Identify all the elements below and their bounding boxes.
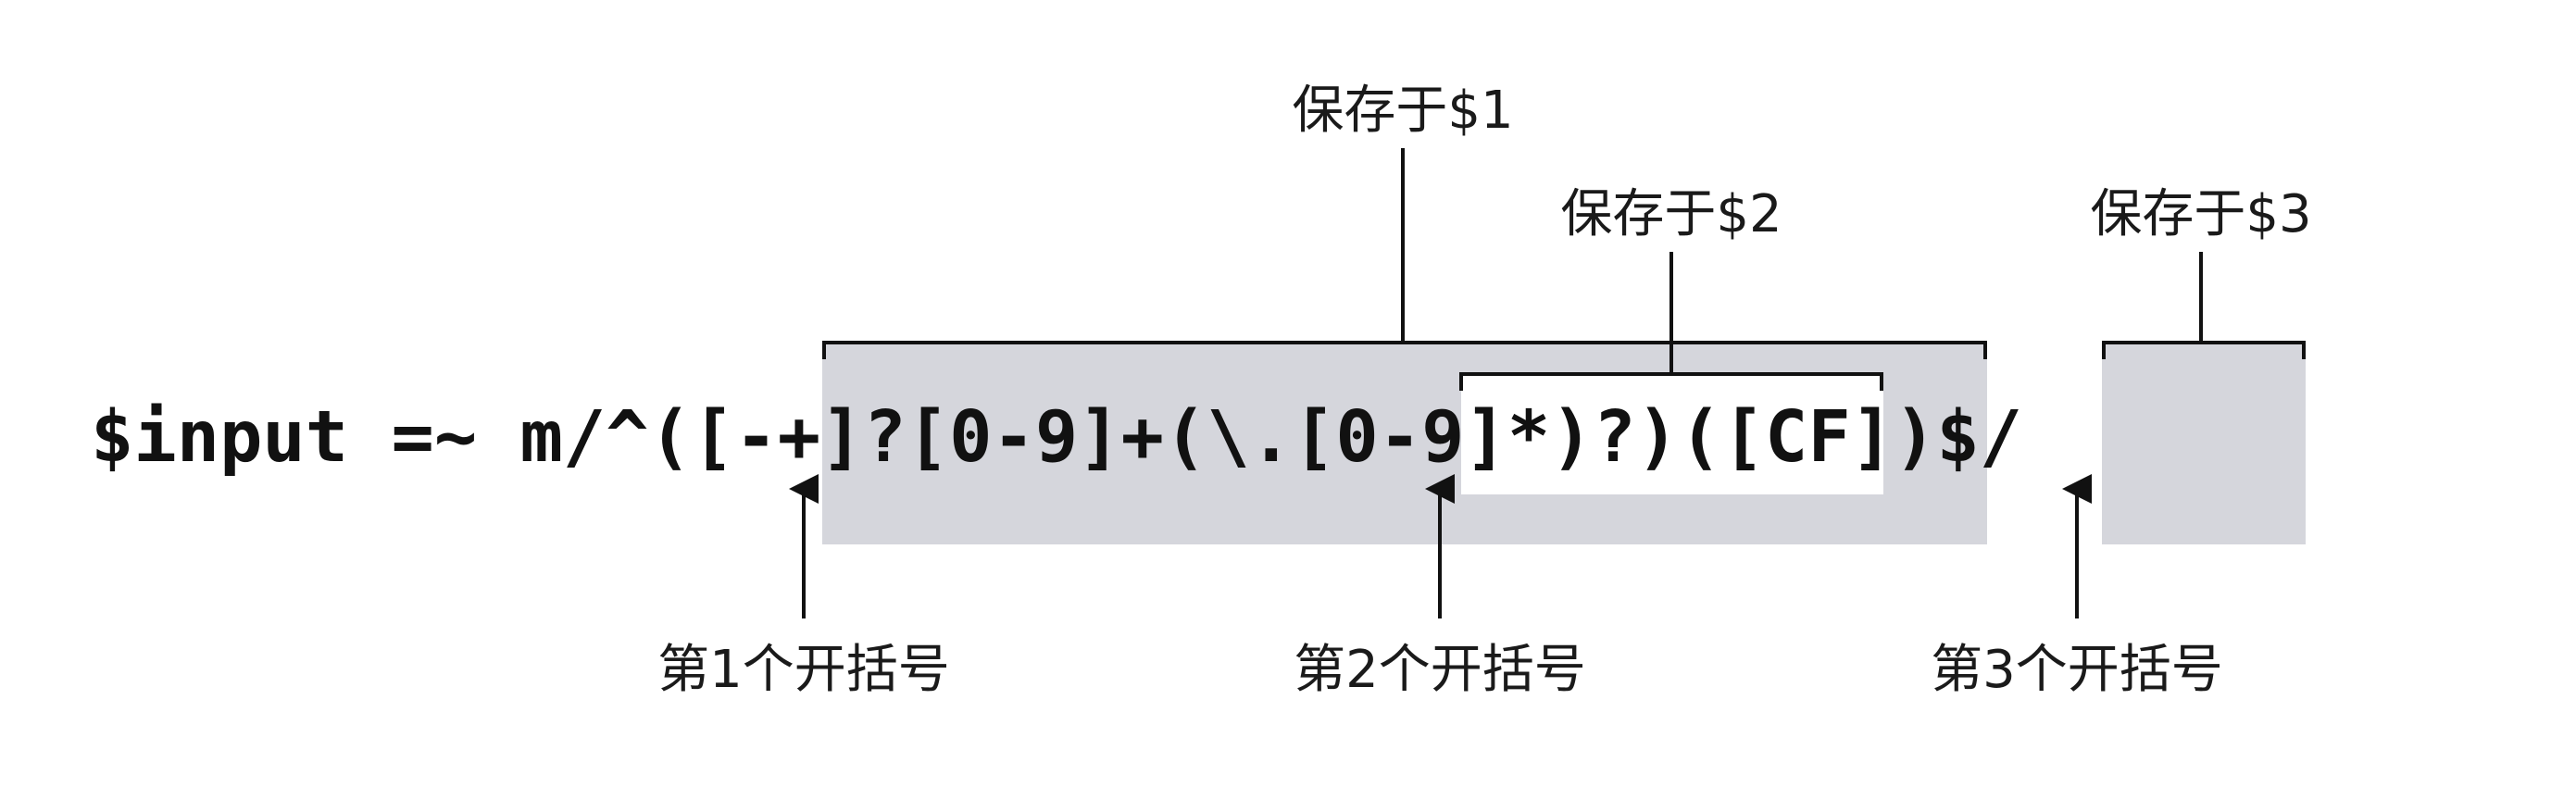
paren2-label: 第2个开括号 (1294, 640, 1586, 700)
code-group3: [CF] (1722, 396, 1894, 479)
saved3-label: 保存于$3 (2090, 184, 2311, 244)
code-close-paren-3: ) (1894, 396, 1936, 479)
code-group2: \.[0-9]* (1207, 396, 1550, 479)
group3-shade (2102, 341, 2306, 544)
paren1-label: 第1个开括号 (657, 640, 950, 700)
paren3-label: 第3个开括号 (1931, 640, 2223, 700)
code-close-paren-1: ) (1636, 396, 1679, 479)
code-open-paren-2: ( (1164, 396, 1207, 479)
code-group1: [-+]?[0-9]+ (692, 396, 1164, 479)
code-open-paren-1: ( (649, 396, 692, 479)
regex-capture-diagram: 保存于$1 保存于$2 保存于$3 $input =~ m/^([-+]?[0-… (91, 81, 2312, 700)
code-prefix: $input =~ m/^ (91, 396, 649, 479)
code-open-paren-3: ( (1679, 396, 1721, 479)
code-close-paren-2: )? (1550, 396, 1636, 479)
regex-code: $input =~ m/^([-+]?[0-9]+(\.[0-9]*)?)([C… (91, 396, 2022, 479)
saved2-label: 保存于$2 (1560, 184, 1782, 244)
code-suffix: $/ (1936, 396, 2022, 479)
saved1-label: 保存于$1 (1292, 81, 1513, 141)
